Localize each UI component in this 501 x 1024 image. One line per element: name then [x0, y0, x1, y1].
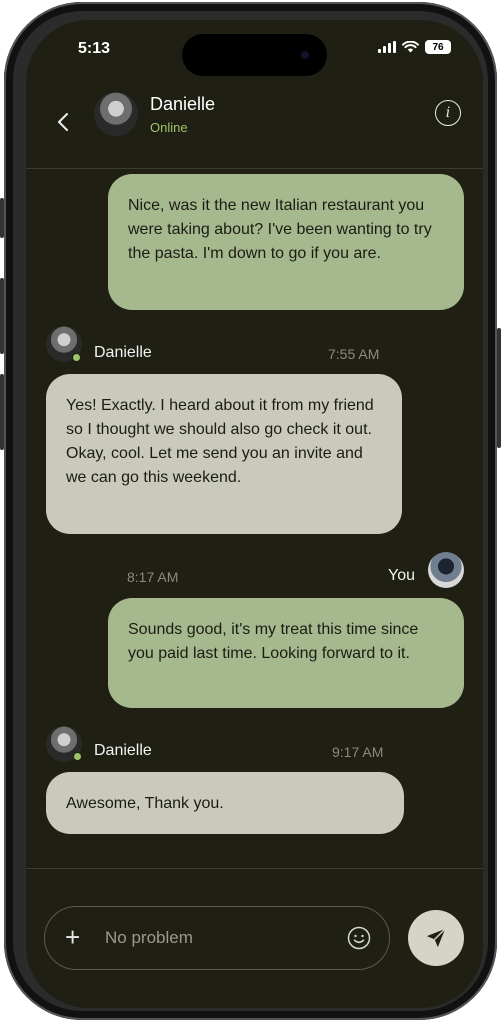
camera-icon	[301, 51, 309, 59]
header-divider	[26, 168, 483, 169]
back-chevron-icon	[58, 113, 68, 131]
power-button	[497, 328, 501, 448]
user-avatar[interactable]	[428, 552, 464, 588]
plus-icon[interactable]: +	[65, 923, 80, 951]
message-input[interactable]	[105, 926, 325, 950]
message-time: 9:17 AM	[332, 744, 384, 760]
status-icons: 76	[378, 40, 451, 54]
battery-icon: 76	[425, 40, 451, 54]
message-bubble-outgoing[interactable]: Nice, was it the new Italian restaurant …	[108, 174, 464, 310]
volume-down-button	[0, 374, 4, 450]
sender-name: Danielle	[94, 742, 152, 759]
info-icon: i	[445, 105, 451, 121]
screen: 5:13 76 Danielle Online i Nice, was it t…	[26, 20, 483, 1008]
online-indicator	[72, 353, 81, 362]
online-indicator	[73, 752, 82, 761]
message-bubble-incoming[interactable]: Yes! Exactly. I heard about it from my f…	[46, 374, 402, 534]
volume-up-button	[0, 278, 4, 354]
message-time: 8:17 AM	[127, 569, 179, 585]
composer-divider	[26, 868, 483, 869]
action-button	[0, 198, 4, 238]
sender-name: You	[388, 567, 415, 584]
contact-avatar[interactable]	[94, 92, 138, 136]
phone-frame: 5:13 76 Danielle Online i Nice, was it t…	[0, 2, 501, 1020]
message-composer: +	[44, 906, 390, 970]
info-button[interactable]: i	[435, 100, 461, 126]
status-time: 5:13	[78, 40, 111, 57]
message-bubble-incoming[interactable]: Awesome, Thank you.	[46, 772, 404, 834]
chat-header: Danielle Online i	[26, 88, 483, 168]
contact-status: Online	[150, 120, 188, 135]
smiley-icon[interactable]	[347, 926, 371, 950]
send-icon	[426, 928, 446, 948]
message-bubble-outgoing[interactable]: Sounds good, it's my treat this time sin…	[108, 598, 464, 708]
wifi-icon	[402, 41, 419, 53]
send-button[interactable]	[408, 910, 464, 966]
sender-name: Danielle	[94, 344, 152, 361]
back-button[interactable]	[52, 106, 74, 138]
signal-icon	[378, 41, 396, 53]
dynamic-island	[182, 34, 327, 76]
contact-name: Danielle	[150, 94, 216, 114]
message-time: 7:55 AM	[328, 346, 380, 362]
